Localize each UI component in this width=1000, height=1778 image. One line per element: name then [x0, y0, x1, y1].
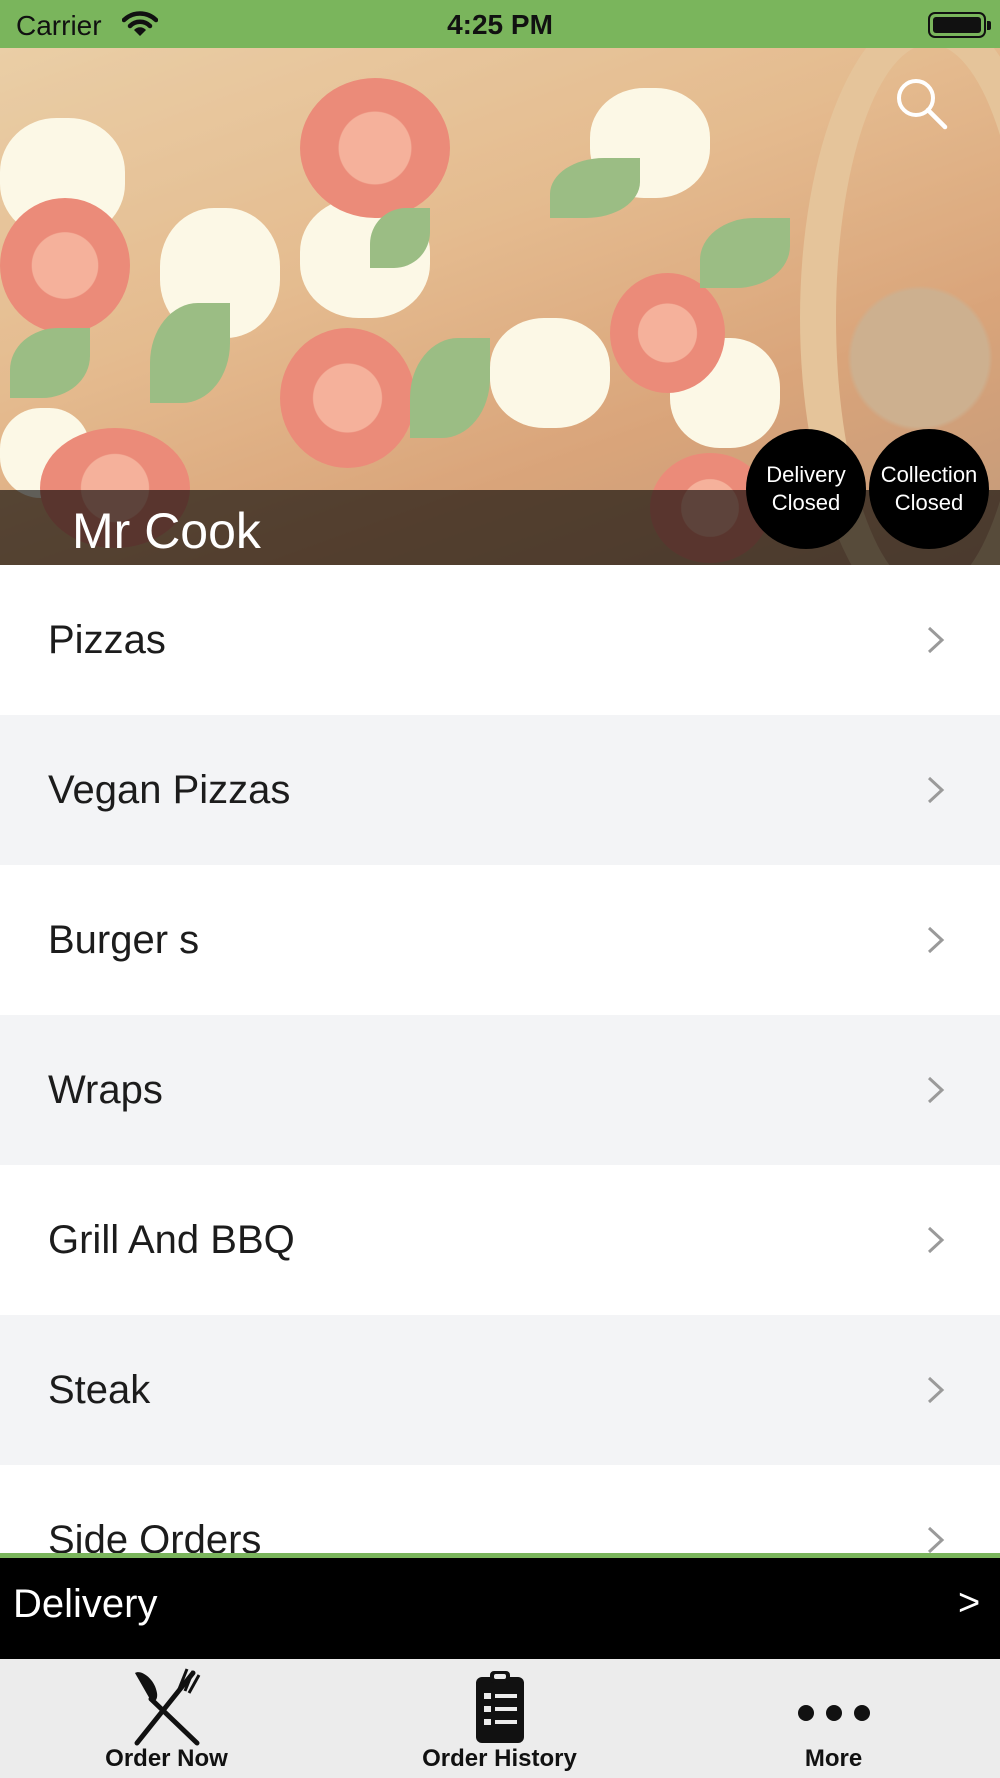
search-icon[interactable] — [892, 74, 950, 132]
chevron-right-icon — [927, 1076, 945, 1104]
order-mode-label: Delivery — [13, 1582, 158, 1626]
chevron-right-icon — [927, 776, 945, 804]
tab-order-now[interactable]: Order Now — [0, 1659, 333, 1778]
tab-label: Order History — [422, 1745, 577, 1772]
collection-status-value: Closed — [894, 490, 964, 515]
menu-category-grill-and-bbq[interactable]: Grill And BBQ — [0, 1165, 1000, 1315]
tab-label: Order Now — [105, 1745, 228, 1772]
delivery-status-value: Closed — [771, 490, 841, 515]
order-mode-bar[interactable]: Delivery > — [0, 1553, 1000, 1659]
delivery-status-title: Delivery — [766, 462, 846, 487]
bottom-tab-bar: Order Now Order History More — [0, 1659, 1000, 1778]
ellipsis-icon — [797, 1705, 870, 1721]
restaurant-name: Mr Cook — [72, 503, 261, 559]
chevron-right-icon — [927, 1226, 945, 1254]
menu-category-label: Burger s — [48, 917, 200, 962]
menu-category-list: Pizzas Vegan Pizzas Burger s Wraps Grill… — [0, 565, 1000, 1555]
collection-status-badge: Collection Closed — [869, 429, 989, 549]
status-bar: Carrier 4:25 PM — [0, 0, 1000, 48]
menu-category-label: Vegan Pizzas — [48, 767, 291, 812]
menu-category-label: Steak — [48, 1367, 151, 1412]
menu-category-label: Side Orders — [48, 1517, 262, 1556]
restaurant-hero: Mr Cook Delivery Closed Collection Close… — [0, 48, 1000, 565]
order-mode-arrow: > — [958, 1582, 981, 1624]
menu-category-label: Wraps — [48, 1067, 163, 1112]
menu-category-wraps[interactable]: Wraps — [0, 1015, 1000, 1165]
menu-category-side-orders[interactable]: Side Orders — [0, 1465, 1000, 1555]
menu-category-burgers[interactable]: Burger s — [0, 865, 1000, 1015]
status-time: 4:25 PM — [447, 9, 553, 40]
chevron-right-icon — [927, 1376, 945, 1404]
tab-more[interactable]: More — [667, 1659, 1000, 1778]
chevron-right-icon — [927, 926, 945, 954]
menu-category-pizzas[interactable]: Pizzas — [0, 565, 1000, 715]
menu-category-label: Pizzas — [48, 617, 166, 662]
collection-status-title: Collection — [880, 462, 978, 487]
chevron-right-icon — [927, 1526, 945, 1554]
tab-label: More — [804, 1745, 863, 1772]
fork-knife-icon — [134, 1668, 200, 1746]
clipboard-list-icon — [475, 1671, 524, 1743]
menu-category-vegan-pizzas[interactable]: Vegan Pizzas — [0, 715, 1000, 865]
menu-category-steak[interactable]: Steak — [0, 1315, 1000, 1465]
chevron-right-icon — [927, 626, 945, 654]
delivery-status-badge: Delivery Closed — [746, 429, 866, 549]
battery-icon — [928, 12, 991, 38]
menu-category-label: Grill And BBQ — [48, 1217, 295, 1262]
tab-order-history[interactable]: Order History — [333, 1659, 666, 1778]
